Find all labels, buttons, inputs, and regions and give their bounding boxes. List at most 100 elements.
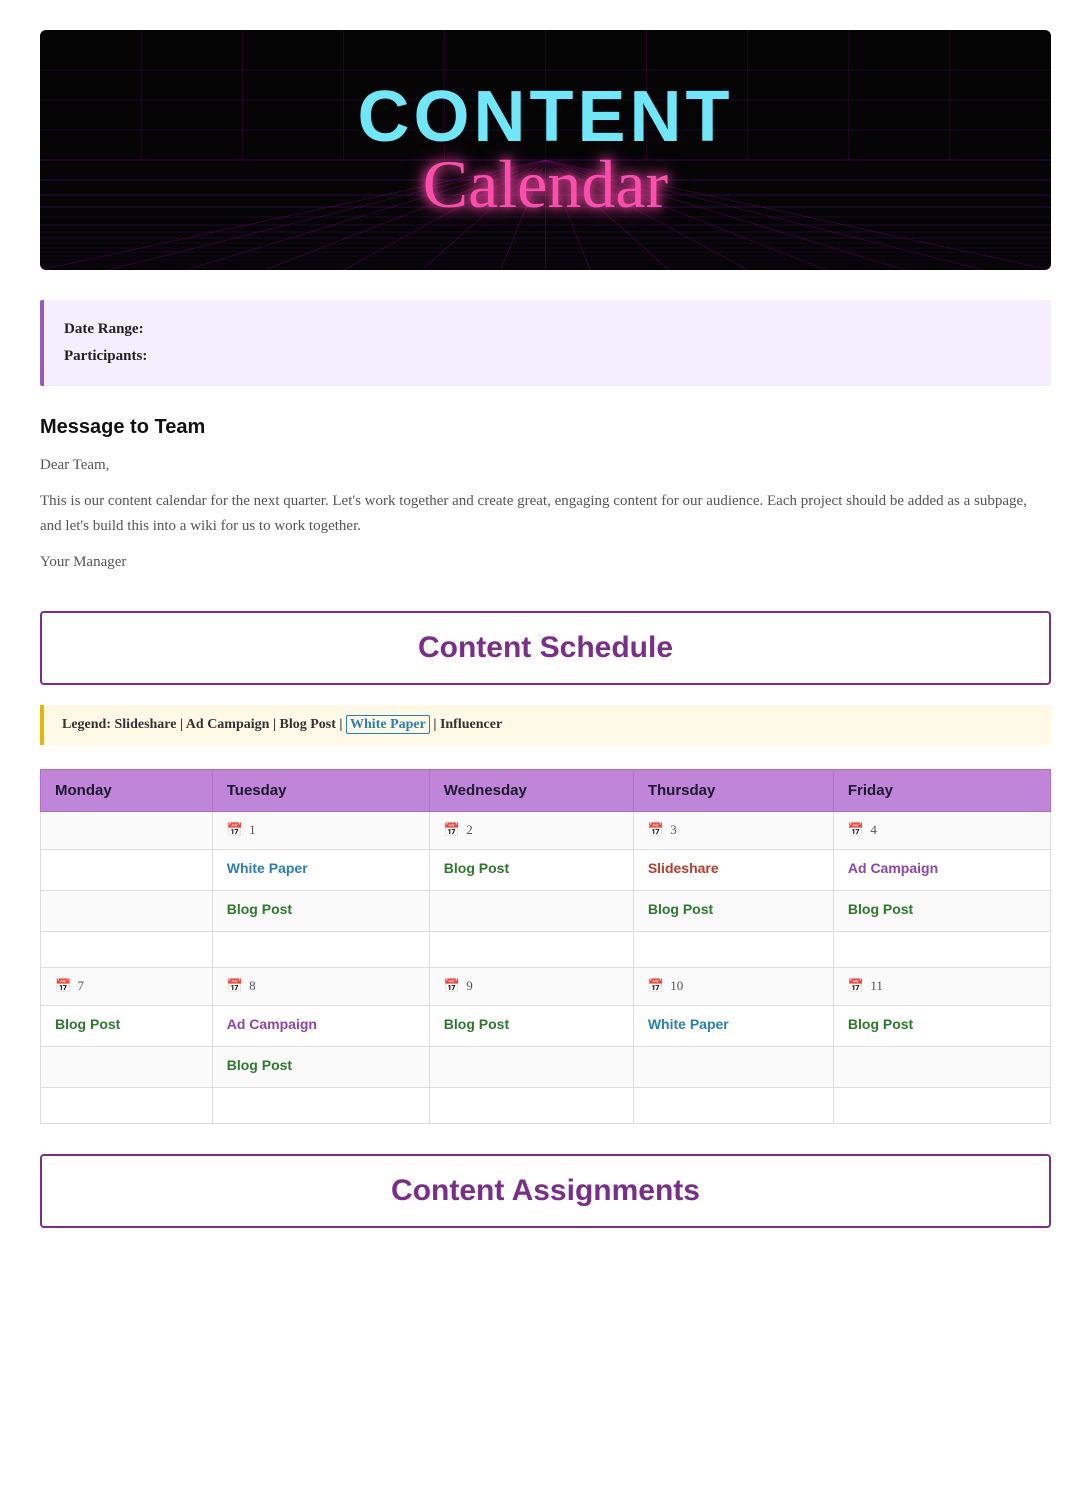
calendar-entry-row-0-0: White Paper Blog Post Slideshare Ad Campaig… xyxy=(41,850,1051,891)
entry-cell-0-4-1: Blog Post xyxy=(833,891,1050,932)
hero-banner: CONTENT Calendar xyxy=(40,30,1051,270)
content-type-label: Ad Campaign xyxy=(848,860,1036,876)
hero-title-container: CONTENT Calendar xyxy=(358,78,734,222)
entry-cell-0-1-1: Blog Post xyxy=(212,891,429,932)
date-cell-1-1: 📅 8 xyxy=(212,968,429,1006)
date-cell-1-3: 📅 10 xyxy=(633,968,833,1006)
content-type-label: Slideshare xyxy=(648,860,819,876)
date-number: 📅 7 xyxy=(55,978,84,993)
calendar-header-row: Monday Tuesday Wednesday Thursday Friday xyxy=(41,770,1051,812)
legend-blog-post: Blog Post xyxy=(280,717,336,732)
entry-cell-0-3-1: Blog Post xyxy=(633,891,833,932)
info-box: Date Range: Participants: xyxy=(40,300,1051,386)
calendar-icon: 📅 xyxy=(444,978,460,994)
date-cell-0-4: 📅 4 xyxy=(833,812,1050,850)
date-number: 📅 4 xyxy=(848,822,877,837)
col-wednesday: Wednesday xyxy=(429,770,633,812)
content-type-label: Blog Post xyxy=(227,901,415,917)
content-schedule-title: Content Schedule xyxy=(60,631,1031,665)
date-number: 📅 1 xyxy=(227,822,256,837)
date-cell-0-1: 📅 1 xyxy=(212,812,429,850)
calendar-entry-row-1-1: Blog Post xyxy=(41,1047,1051,1088)
content-type-label: White Paper xyxy=(648,1016,819,1032)
date-cell-0-3: 📅 3 xyxy=(633,812,833,850)
entry-cell-1-4-0: Blog Post xyxy=(833,1006,1050,1047)
legend-sep-4: | xyxy=(433,717,440,732)
calendar-entry-row-1-0: Blog Post Ad Campaign Blog Post White Paper… xyxy=(41,1006,1051,1047)
message-body: This is our content calendar for the nex… xyxy=(40,489,1051,540)
legend-ad-campaign: Ad Campaign xyxy=(186,717,270,732)
date-number: 📅 8 xyxy=(227,978,256,993)
entry-cell-0-0-1 xyxy=(41,891,213,932)
calendar-icon: 📅 xyxy=(444,822,460,838)
calendar-date-row-1: 📅 7 📅 8 📅 9 📅 10 📅 11 xyxy=(41,968,1051,1006)
content-schedule-box: Content Schedule xyxy=(40,611,1051,685)
content-type-label: White Paper xyxy=(227,860,415,876)
date-range-label: Date Range: xyxy=(64,316,1031,343)
legend-slideshare: Slideshare xyxy=(115,717,177,732)
calendar-icon: 📅 xyxy=(227,822,243,838)
calendar-icon: 📅 xyxy=(848,978,864,994)
entry-cell-0-2-1 xyxy=(429,891,633,932)
content-type-label: Blog Post xyxy=(55,1016,198,1032)
legend-influencer: Influencer xyxy=(440,717,502,732)
date-number: 📅 2 xyxy=(444,822,473,837)
entry-cell-0-4-0: Ad Campaign xyxy=(833,850,1050,891)
content-assignments-box: Content Assignments xyxy=(40,1154,1051,1228)
entry-cell-1-3-0: White Paper xyxy=(633,1006,833,1047)
message-heading: Message to Team xyxy=(40,416,1051,439)
date-cell-1-2: 📅 9 xyxy=(429,968,633,1006)
entry-cell-0-0-0 xyxy=(41,850,213,891)
legend-label: Legend: xyxy=(62,717,115,732)
entry-cell-1-1-0: Ad Campaign xyxy=(212,1006,429,1047)
content-type-label: Blog Post xyxy=(848,1016,1036,1032)
calendar-icon: 📅 xyxy=(648,978,664,994)
message-signature: Your Manager xyxy=(40,550,1051,576)
calendar-entry-row-0-1: Blog Post Blog Post Blog Post xyxy=(41,891,1051,932)
calendar-table: Monday Tuesday Wednesday Thursday Friday… xyxy=(40,769,1051,1124)
date-cell-1-4: 📅 11 xyxy=(833,968,1050,1006)
date-cell-1-0: 📅 7 xyxy=(41,968,213,1006)
content-type-label: Blog Post xyxy=(227,1057,415,1073)
content-assignments-title: Content Assignments xyxy=(60,1174,1031,1208)
calendar-icon: 📅 xyxy=(848,822,864,838)
calendar-date-row-0: 📅 1 📅 2 📅 3 📅 4 xyxy=(41,812,1051,850)
col-thursday: Thursday xyxy=(633,770,833,812)
legend-sep-2: | xyxy=(273,717,280,732)
entry-cell-1-0-1 xyxy=(41,1047,213,1088)
entry-cell-1-3-1 xyxy=(633,1047,833,1088)
content-type-label: Blog Post xyxy=(648,901,819,917)
message-section: Message to Team Dear Team, This is our c… xyxy=(40,416,1051,575)
content-type-label: Ad Campaign xyxy=(227,1016,415,1032)
content-type-label: Blog Post xyxy=(848,901,1036,917)
participants-label: Participants: xyxy=(64,343,1031,370)
entry-cell-1-2-0: Blog Post xyxy=(429,1006,633,1047)
hero-title-bottom: Calendar xyxy=(358,147,734,222)
date-number: 📅 9 xyxy=(444,978,473,993)
date-number: 📅 10 xyxy=(648,978,683,993)
date-number: 📅 11 xyxy=(848,978,883,993)
calendar-icon: 📅 xyxy=(55,978,71,994)
entry-cell-1-2-1 xyxy=(429,1047,633,1088)
calendar-icon: 📅 xyxy=(227,978,243,994)
entry-cell-0-2-0: Blog Post xyxy=(429,850,633,891)
spacer-row-1 xyxy=(41,1088,1051,1124)
legend-white-paper: White Paper xyxy=(346,715,430,734)
col-tuesday: Tuesday xyxy=(212,770,429,812)
spacer-row-0 xyxy=(41,932,1051,968)
date-cell-0-2: 📅 2 xyxy=(429,812,633,850)
entry-cell-1-4-1 xyxy=(833,1047,1050,1088)
entry-cell-0-3-0: Slideshare xyxy=(633,850,833,891)
entry-cell-0-1-0: White Paper xyxy=(212,850,429,891)
col-friday: Friday xyxy=(833,770,1050,812)
legend-box: Legend: Slideshare | Ad Campaign | Blog … xyxy=(40,705,1051,745)
calendar-icon: 📅 xyxy=(648,822,664,838)
col-monday: Monday xyxy=(41,770,213,812)
content-type-label: Blog Post xyxy=(444,1016,619,1032)
date-number: 📅 3 xyxy=(648,822,677,837)
date-cell-0-0 xyxy=(41,812,213,850)
entry-cell-1-1-1: Blog Post xyxy=(212,1047,429,1088)
entry-cell-1-0-0: Blog Post xyxy=(41,1006,213,1047)
content-type-label: Blog Post xyxy=(444,860,619,876)
message-greeting: Dear Team, xyxy=(40,453,1051,479)
